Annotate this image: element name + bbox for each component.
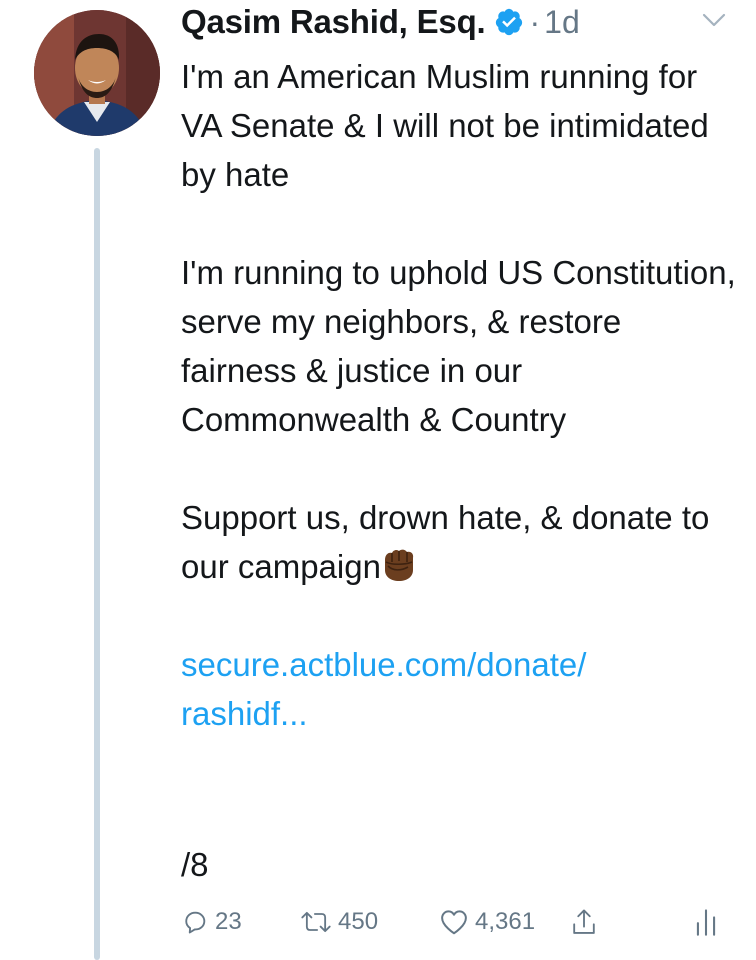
avatar[interactable]: [34, 10, 160, 136]
tweet-paragraph-1: I'm an American Muslim running for VA Se…: [181, 58, 709, 193]
like-count: 4,361: [475, 908, 536, 935]
share-button[interactable]: [570, 902, 598, 942]
tweet-timestamp[interactable]: 1d: [544, 4, 580, 41]
donate-link-line-2[interactable]: rashidf...: [181, 695, 308, 732]
thread-count: /8: [181, 846, 209, 883]
reply-button[interactable]: 23: [181, 902, 242, 942]
chevron-down-icon[interactable]: [702, 12, 726, 28]
retweet-count: 450: [338, 908, 379, 935]
reply-icon: [185, 911, 206, 934]
thread-connector-line: [94, 148, 100, 960]
retweet-button[interactable]: 450: [300, 902, 378, 942]
reply-count: 23: [215, 908, 242, 935]
avatar-photo: [34, 10, 160, 136]
tweet-actions: 23 450 4,361: [181, 902, 726, 942]
analytics-icon: [696, 909, 716, 936]
donate-link[interactable]: secure.actblue.com/donate/ rashidf...: [181, 640, 741, 738]
heart-icon: [441, 910, 467, 935]
like-button[interactable]: 4,361: [439, 902, 535, 942]
donate-link-line-1[interactable]: secure.actblue.com/donate/: [181, 646, 586, 683]
tweet-text: I'm an American Muslim running for VA Se…: [181, 52, 741, 738]
retweet-icon: [301, 911, 331, 933]
author-name[interactable]: Qasim Rashid, Esq.: [181, 3, 486, 41]
tweet-paragraph-3: Support us, drown hate, & donate to our …: [181, 493, 741, 591]
separator-dot: ·: [529, 3, 541, 40]
verified-badge-icon: [495, 8, 522, 36]
share-icon: [573, 909, 595, 934]
analytics-button[interactable]: [693, 902, 719, 942]
tweet-header: Qasim Rashid, Esq. · 1d: [181, 2, 580, 42]
raised-fist-emoji-icon: [384, 549, 414, 581]
tweet-paragraph-3-text: Support us, drown hate, & donate to our …: [181, 499, 710, 585]
tweet: Qasim Rashid, Esq. · 1d I'm an American …: [0, 0, 756, 960]
tweet-paragraph-2: I'm running to uphold US Constitution, s…: [181, 254, 736, 438]
